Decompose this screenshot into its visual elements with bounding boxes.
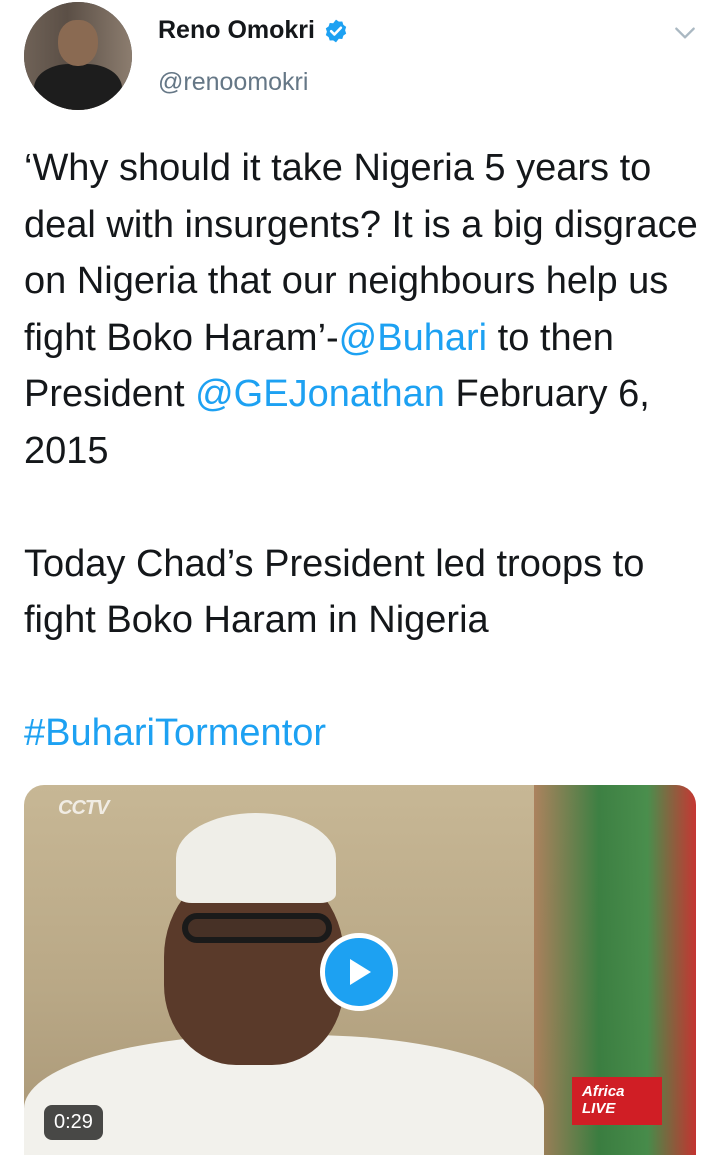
verified-badge-icon	[325, 19, 347, 42]
hashtag-link[interactable]: #BuhariTormentor	[24, 712, 326, 754]
mention-link-gejonathan[interactable]: @GEJonathan	[195, 373, 445, 415]
avatar-face	[58, 20, 98, 66]
play-button[interactable]	[320, 933, 398, 1011]
author-name-row: Reno Omokri	[158, 16, 349, 45]
video-player[interactable]: CCTV Africa LIVE 0:29	[24, 785, 696, 1155]
mention-link-buhari[interactable]: @Buhari	[339, 317, 487, 359]
africa-live-badge: Africa LIVE	[572, 1077, 662, 1125]
avatar-body	[34, 64, 122, 110]
author-avatar[interactable]	[24, 2, 132, 110]
author-handle[interactable]: @renoomokri	[158, 68, 308, 97]
author-name[interactable]: Reno Omokri	[158, 16, 315, 45]
video-duration: 0:29	[44, 1105, 103, 1140]
tweet-text: ‘Why should it take Nigeria 5 years to d…	[24, 140, 704, 762]
play-icon	[350, 959, 371, 985]
cctv-watermark-logo: CCTV	[58, 797, 109, 819]
video-person-cap	[176, 813, 336, 903]
video-person-glasses	[182, 913, 332, 943]
chevron-down-icon[interactable]	[672, 20, 698, 46]
